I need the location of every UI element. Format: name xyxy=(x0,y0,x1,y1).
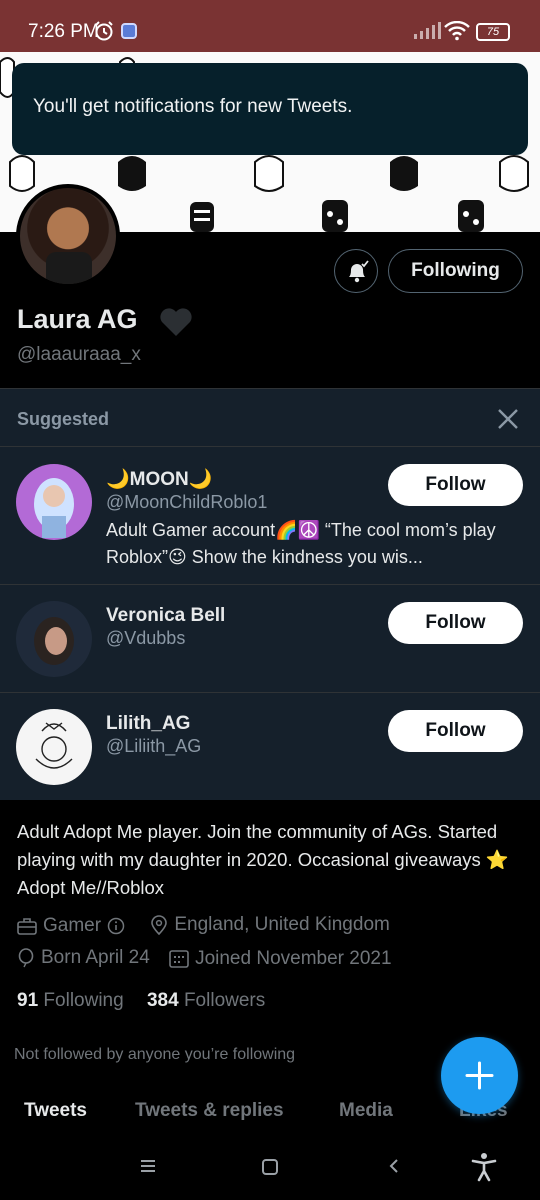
category-label: Gamer xyxy=(43,915,102,936)
tab-tweets[interactable]: Tweets xyxy=(24,1100,87,1122)
avatar-shirt xyxy=(46,252,92,284)
following-count: 91 xyxy=(17,990,39,1011)
follow-button[interactable]: Follow xyxy=(388,710,523,752)
suggested-avatar[interactable] xyxy=(16,601,92,677)
suggested-avatar[interactable] xyxy=(16,464,92,540)
info-icon xyxy=(107,917,125,935)
accessibility-icon[interactable] xyxy=(470,1152,498,1182)
not-followed-note: Not followed by anyone you’re following xyxy=(14,1046,296,1063)
suggested-item[interactable]: 🌙MOON🌙 @MoonChildRoblo1 Adult Gamer acco… xyxy=(0,447,540,585)
suggested-handle: @MoonChildRoblo1 xyxy=(106,492,268,512)
followers-count-label: Followers xyxy=(183,990,266,1011)
suggested-item[interactable]: Veronica Bell @Vdubbs Follow xyxy=(0,585,540,693)
following-button[interactable]: Following xyxy=(388,249,523,293)
back-icon[interactable] xyxy=(386,1157,402,1175)
tab-tweets-replies[interactable]: Tweets & replies xyxy=(135,1100,284,1122)
suggested-avatar[interactable] xyxy=(16,709,92,785)
followers-count-link[interactable]: 384 Followers xyxy=(147,990,265,1011)
following-count-label: Following xyxy=(43,990,124,1011)
recent-apps-icon[interactable] xyxy=(139,1158,157,1174)
status-time: 7:26 PM xyxy=(28,21,99,42)
suggested-name: Veronica Bell xyxy=(106,605,226,626)
profile-handle: @laaauraaa_x xyxy=(17,344,141,365)
tab-media[interactable]: Media xyxy=(339,1100,393,1122)
profile-bio: Adult Adopt Me player. Join the communit… xyxy=(17,821,509,898)
bell-check-icon xyxy=(349,260,369,283)
birthday-item: Born April 24 xyxy=(17,947,150,969)
suggested-name: Lilith_AG xyxy=(106,713,191,734)
birthday-label: Born April 24 xyxy=(41,947,150,968)
suggested-handle: @Liliith_AG xyxy=(106,736,202,756)
briefcase-icon xyxy=(17,918,37,935)
joined-item: Joined November 2021 xyxy=(169,948,392,970)
profile-meta-row-2: Born April 24 Joined November 2021 xyxy=(17,947,406,974)
compose-tweet-button[interactable] xyxy=(441,1037,518,1114)
black-heart-icon xyxy=(160,308,192,336)
location-item: England, United Kingdom xyxy=(150,914,390,936)
following-count-link[interactable]: 91 Following xyxy=(17,990,124,1011)
joined-label: Joined November 2021 xyxy=(195,948,392,969)
profile-meta-row: Gamer England, United Kingdom xyxy=(17,914,404,941)
wifi-icon xyxy=(444,21,470,41)
suggested-panel: Suggested 🌙MOON🌙 @MoonChildRoblo1 Adult … xyxy=(0,388,540,800)
follow-counts: 91 Following 384 Followers xyxy=(17,990,265,1012)
toast-message: You'll get notifications for new Tweets. xyxy=(33,96,353,117)
follow-button[interactable]: Follow xyxy=(388,464,523,506)
notification-toast: You'll get notifications for new Tweets. xyxy=(12,63,528,155)
category-item[interactable]: Gamer xyxy=(17,915,131,937)
system-nav-bar xyxy=(0,1138,540,1200)
battery-indicator: 75 xyxy=(476,23,510,41)
app-notification-icon xyxy=(121,23,137,39)
suggested-name: 🌙MOON🌙 xyxy=(106,469,213,490)
plus-icon xyxy=(465,1061,494,1090)
followers-count: 384 xyxy=(146,990,179,1011)
close-icon[interactable] xyxy=(496,407,520,431)
profile-name: Laura AG xyxy=(17,304,138,334)
suggested-item[interactable]: Lilith_AG @Liliith_AG Follow xyxy=(0,693,540,801)
suggested-header: Suggested xyxy=(0,389,540,447)
home-icon[interactable] xyxy=(261,1158,279,1176)
alarm-icon xyxy=(95,21,113,41)
follow-button[interactable]: Follow xyxy=(388,602,523,644)
signal-icon xyxy=(414,22,441,39)
location-pin-icon xyxy=(151,915,168,935)
suggested-title: Suggested xyxy=(17,409,110,429)
calendar-icon xyxy=(169,950,189,968)
suggested-bio: Adult Gamer account🌈☮️ “The cool mom’s p… xyxy=(106,520,496,567)
balloon-icon xyxy=(18,948,34,968)
profile-avatar[interactable] xyxy=(16,184,120,288)
notifications-bell-button[interactable] xyxy=(334,249,378,293)
status-bar: 7:26 PM 75 xyxy=(0,0,540,52)
location-label: England, United Kingdom xyxy=(174,914,390,935)
suggested-handle: @Vdubbs xyxy=(106,628,186,648)
